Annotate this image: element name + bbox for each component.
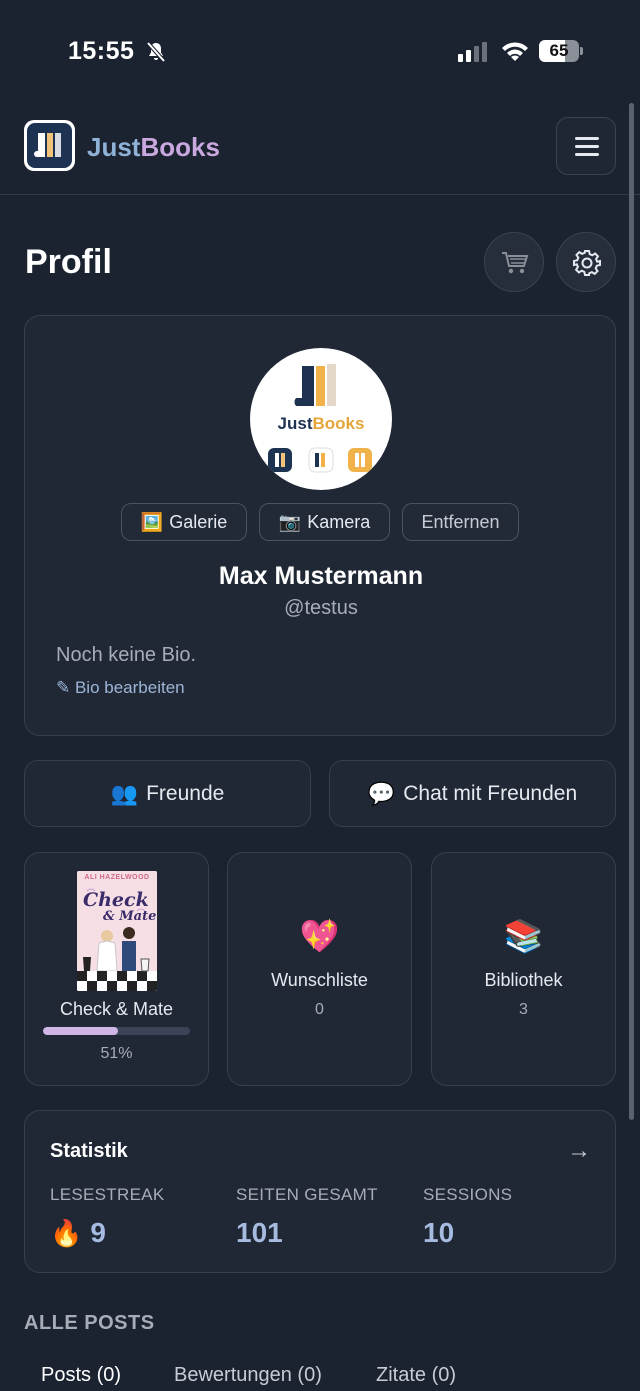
chat-with-friends-button[interactable]: 💬 Chat mit Freunden <box>329 760 616 827</box>
hamburger-line <box>575 145 599 148</box>
tab-quotes[interactable]: Zitate (0) <box>376 1364 456 1387</box>
book-cover: ALI HAZELWOOD Check & Mate <box>77 871 157 991</box>
scrollbar[interactable] <box>629 103 634 1120</box>
book-cover-title-2: & Mate <box>103 909 157 924</box>
profile-name: Max Mustermann <box>218 562 424 590</box>
reading-progress-bar <box>43 1027 190 1035</box>
brand-name-part2: Books <box>140 132 220 162</box>
friends-button[interactable]: 👥 Freunde <box>24 760 311 827</box>
page-title: Profil <box>25 243 112 281</box>
wifi-icon <box>502 42 528 61</box>
gear-icon <box>573 250 601 276</box>
reading-progress-label: 51% <box>100 1045 133 1062</box>
bell-slash-icon <box>146 41 166 63</box>
signal-icon <box>458 42 487 62</box>
gallery-button[interactable]: 🖼️ Galerie <box>121 503 247 541</box>
books-icon: 📚 <box>503 918 544 954</box>
tab-posts[interactable]: Posts (0) <box>41 1364 121 1387</box>
tab-reviews[interactable]: Bewertungen (0) <box>174 1364 322 1387</box>
statistics-title: Statistik <box>50 1140 128 1162</box>
status-time: 15:55 <box>68 37 135 65</box>
library-count: 3 <box>519 1001 528 1018</box>
remove-button-label: Entfernen <box>421 511 500 532</box>
brand-name: JustBooks <box>87 132 220 163</box>
sessions-value: 10 <box>423 1217 455 1248</box>
reading-streak-stat: LESESTREAK 🔥 9 <box>50 1185 165 1249</box>
justbooks-logo-icon <box>27 123 72 168</box>
current-book-tile[interactable]: ALI HAZELWOOD Check & Mate Check & Mate … <box>24 852 209 1086</box>
wishlist-label: Wunschliste <box>271 970 368 990</box>
avatar-brand: JustBooks <box>250 414 392 434</box>
camera-button-label: Kamera <box>307 511 371 532</box>
battery-icon: 65 <box>539 40 583 62</box>
book-cover-author: ALI HAZELWOOD <box>84 874 150 881</box>
gallery-icon: 🖼️ <box>140 511 164 532</box>
hamburger-line <box>575 153 599 156</box>
sessions-label: SESSIONS <box>423 1185 513 1204</box>
gallery-button-label: Galerie <box>169 511 228 532</box>
fire-icon: 🔥 <box>50 1217 83 1248</box>
avatar[interactable]: JustBooks <box>250 348 392 490</box>
total-pages-label: SEITEN GESAMT <box>236 1185 378 1204</box>
camera-icon: 📷 <box>278 511 302 532</box>
cart-button[interactable] <box>484 232 544 292</box>
brand-name-part1: Just <box>87 132 141 162</box>
app-logo[interactable] <box>24 120 75 171</box>
book-cover-title-1: Check <box>83 889 149 911</box>
speech-bubble-icon: 💬 <box>367 780 396 806</box>
friends-button-label: Freunde <box>146 781 225 805</box>
sessions-stat: SESSIONS 10 <box>423 1185 512 1249</box>
remove-avatar-button[interactable]: Entfernen <box>402 503 519 541</box>
hamburger-menu-icon <box>575 137 599 140</box>
status-bar: 15:55 65 <box>0 0 640 100</box>
camera-button[interactable]: 📷 Kamera <box>259 503 390 541</box>
library-label: Bibliothek <box>484 970 563 990</box>
wishlist-count: 0 <box>315 1001 324 1018</box>
total-pages-value: 101 <box>236 1217 283 1248</box>
all-posts-heading: ALLE POSTS <box>24 1312 155 1334</box>
profile-handle: @testus <box>284 597 358 619</box>
sparkling-heart-icon: 💖 <box>299 918 340 954</box>
profile-card: JustBooks 🖼️ Galerie 📷 Kamera Entfernen … <box>24 315 616 736</box>
arrow-right-icon[interactable]: → <box>567 1137 591 1165</box>
book-title: Check & Mate <box>59 999 174 1019</box>
app-header: JustBooks <box>0 100 640 195</box>
people-icon: 👥 <box>110 780 139 806</box>
cart-icon <box>502 252 529 274</box>
battery-percent: 65 <box>549 41 569 60</box>
profile-bio: Noch keine Bio. <box>56 644 197 666</box>
chat-button-label: Chat mit Freunden <box>403 781 578 805</box>
wishlist-tile[interactable]: 💖 Wunschliste 0 <box>227 852 412 1086</box>
hamburger-menu-button[interactable] <box>556 117 616 175</box>
settings-button[interactable] <box>556 232 616 292</box>
edit-bio-link[interactable]: ✎ Bio bearbeiten <box>56 678 185 698</box>
avatar-brand-part1: Just <box>277 414 313 433</box>
reading-streak-value: 9 <box>90 1217 106 1248</box>
library-tile[interactable]: 📚 Bibliothek 3 <box>431 852 616 1086</box>
total-pages-stat: SEITEN GESAMT 101 <box>236 1185 378 1249</box>
statistics-card[interactable]: Statistik → LESESTREAK 🔥 9 SEITEN GESAMT… <box>24 1110 616 1273</box>
avatar-brand-part2: Books <box>312 414 365 433</box>
reading-streak-label: LESESTREAK <box>50 1185 165 1204</box>
reading-progress-fill <box>43 1027 118 1035</box>
